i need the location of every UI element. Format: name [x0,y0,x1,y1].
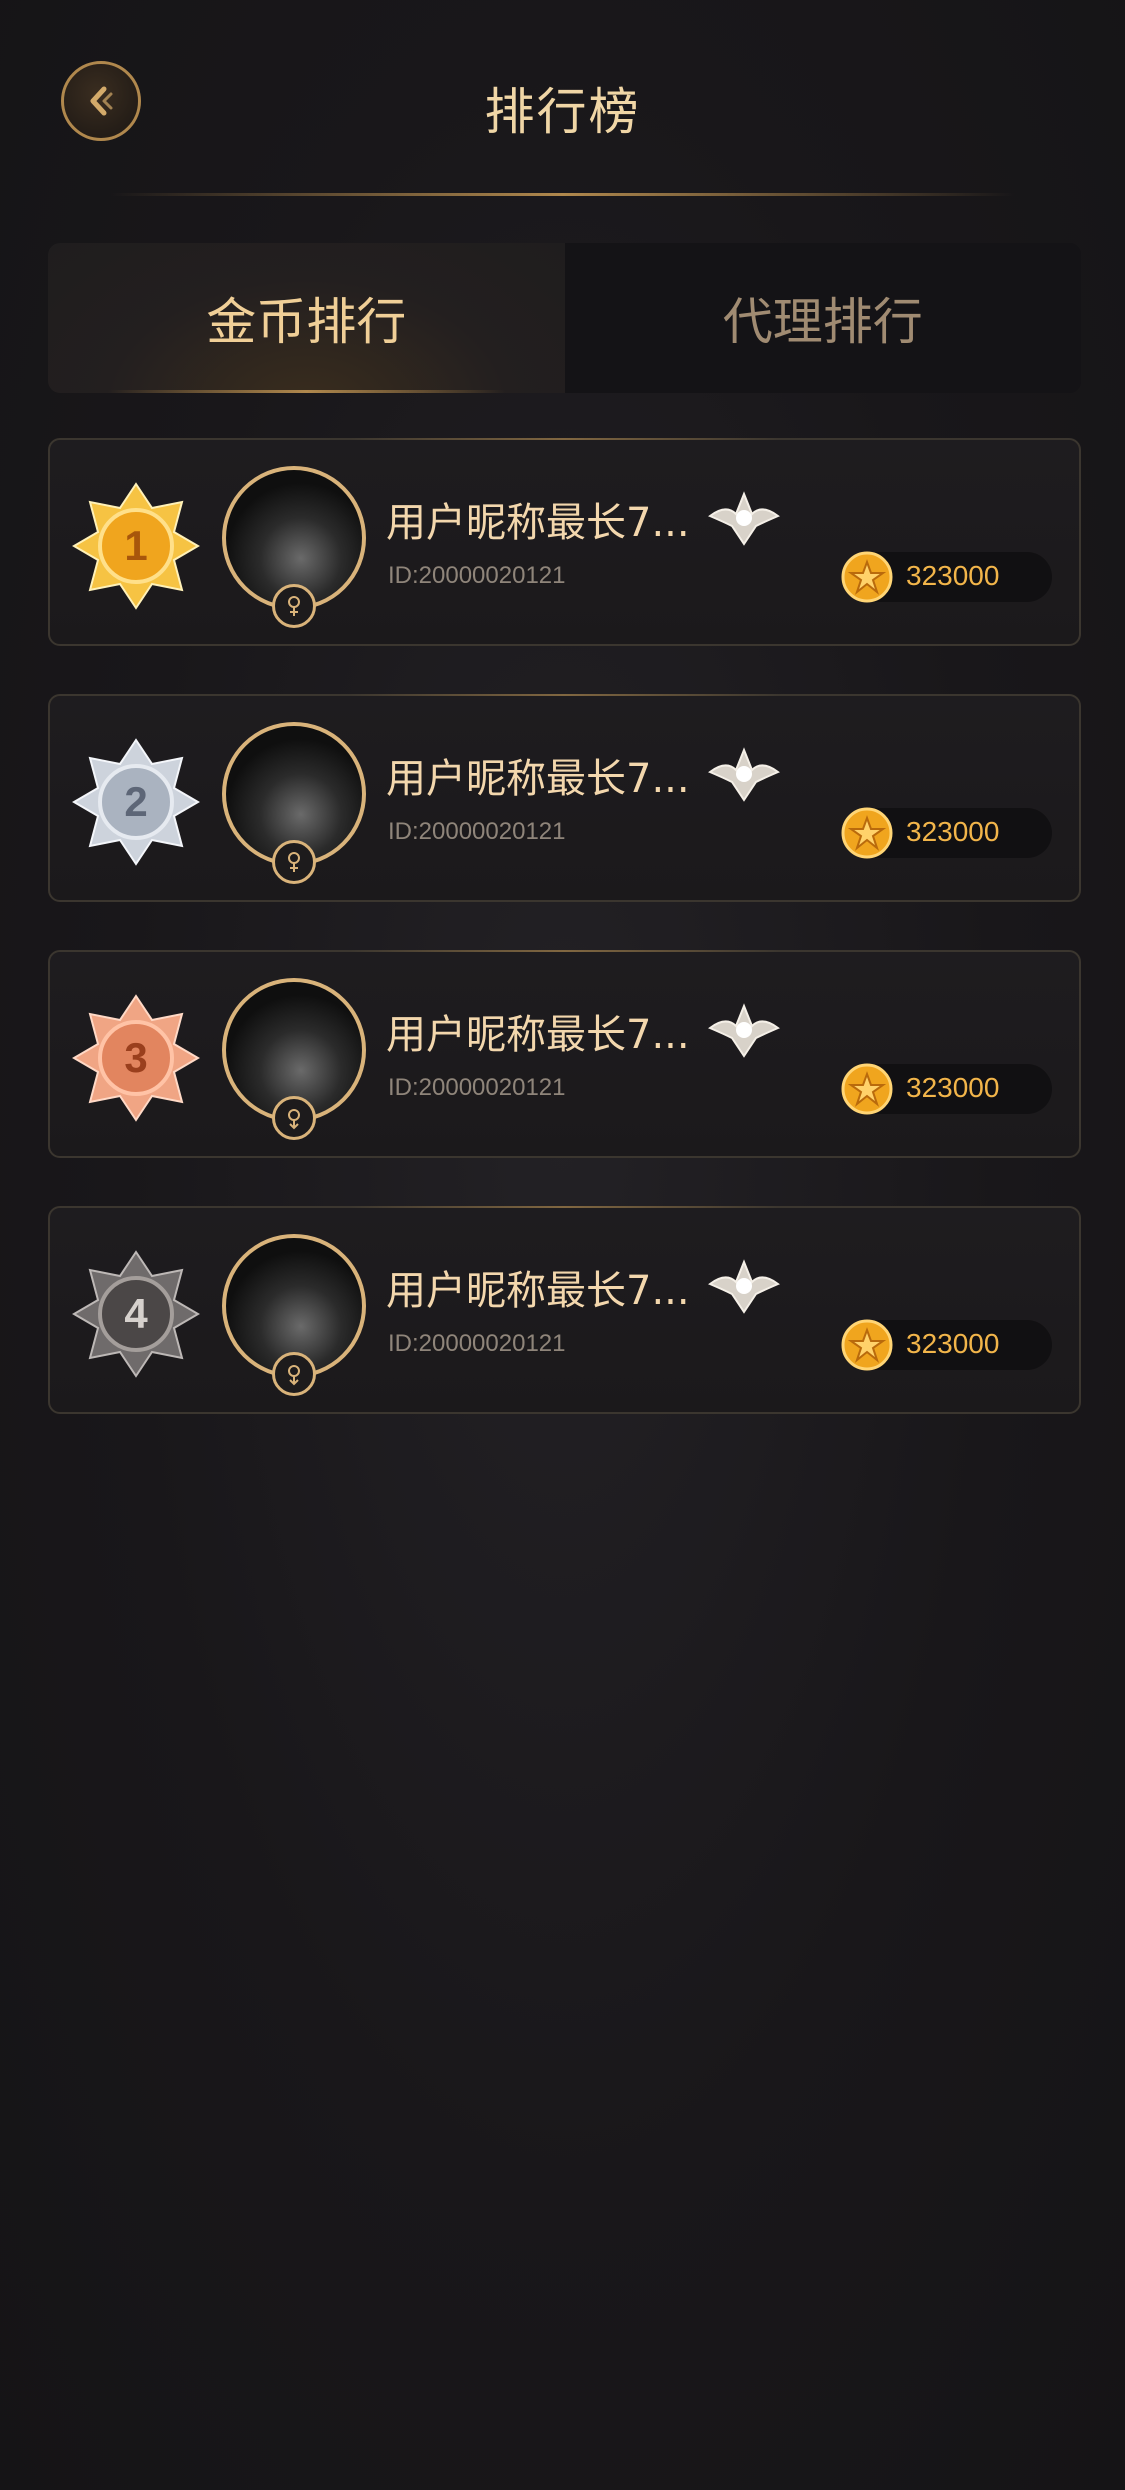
user-id: ID:20000020121 [388,1074,566,1101]
rank-number: 1 [124,522,148,569]
coin-amount: 323000 [906,1072,1000,1103]
rank-number: 3 [124,1034,148,1081]
male-icon [272,1096,316,1140]
female-icon [272,840,316,884]
user-id: ID:20000020121 [388,562,566,589]
ranking-row[interactable]: 3 用户昵称最长7... ID:20000020121 323000 [48,950,1081,1158]
diamond-badge-icon [708,747,780,802]
nickname: 用户昵称最长7... [386,756,690,802]
coin-icon [841,807,893,859]
nickname: 用户昵称最长7... [386,1012,690,1058]
ranking-row[interactable]: 4 用户昵称最长7... ID:20000020121 323000 [48,1206,1081,1414]
nickname: 用户昵称最长7... [386,500,690,546]
user-id: ID:20000020121 [388,818,566,845]
page-title: 排行榜 [484,83,641,141]
coin-icon [841,551,893,603]
ranking-page: 排行榜 金币排行 代理排行 1 用户昵称最长7... ID:2000002012… [0,0,1125,2490]
header-divider [110,193,1015,196]
coin-amount: 323000 [906,1328,1000,1359]
female-icon [272,584,316,628]
tab-bar: 金币排行 代理排行 [48,243,1081,393]
tab-agent-ranking[interactable]: 代理排行 [564,243,1081,393]
rank-number: 2 [124,778,148,825]
ranking-row[interactable]: 2 用户昵称最长7... ID:20000020121 323000 [48,694,1081,902]
user-id: ID:20000020121 [388,1330,566,1357]
diamond-badge-icon [708,491,780,546]
diamond-badge-icon [708,1259,780,1314]
tab-coin-ranking[interactable]: 金币排行 [48,243,565,393]
rank-number: 4 [124,1290,148,1337]
coin-icon [841,1063,893,1115]
coin-amount: 323000 [906,816,1000,847]
male-icon [272,1352,316,1396]
coin-amount: 323000 [906,560,1000,591]
coin-icon [841,1319,893,1371]
diamond-badge-icon [708,1003,780,1058]
nickname: 用户昵称最长7... [386,1268,690,1314]
ranking-row[interactable]: 1 用户昵称最长7... ID:20000020121 323000 [48,438,1081,646]
